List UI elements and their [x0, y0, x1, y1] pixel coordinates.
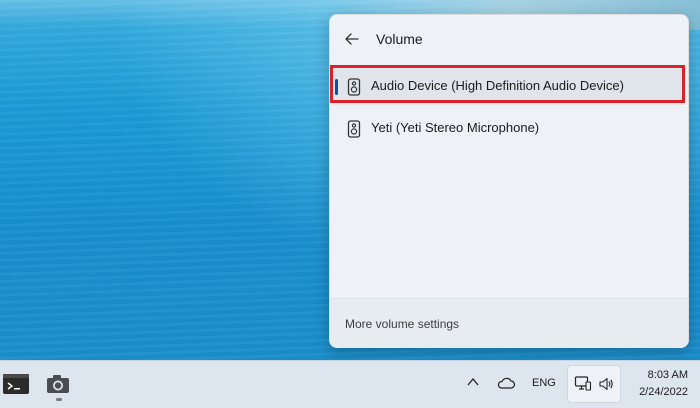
clock-time: 8:03 AM: [647, 369, 688, 381]
yeti-device-item[interactable]: Yeti (Yeti Stereo Microphone): [332, 109, 686, 147]
clock[interactable]: 8:03 AM 2/24/2022: [628, 367, 688, 401]
volume-icon: [599, 377, 613, 391]
speaker-icon: [347, 120, 361, 138]
camera-icon[interactable]: [40, 367, 76, 401]
clock-date: 2/24/2022: [639, 386, 688, 398]
back-arrow-icon[interactable]: [344, 31, 360, 47]
flyout-header: Volume: [330, 15, 688, 63]
more-volume-settings-link[interactable]: More volume settings: [345, 317, 459, 331]
chevron-up-icon[interactable]: [466, 375, 480, 389]
running-app-indicator: [56, 398, 62, 401]
quick-settings-button[interactable]: [567, 365, 621, 403]
device-label: Yeti (Yeti Stereo Microphone): [371, 120, 540, 135]
flyout-footer: More volume settings: [330, 298, 688, 348]
network-icon: [574, 376, 592, 391]
language-indicator[interactable]: ENG: [532, 377, 556, 389]
onedrive-cloud-icon[interactable]: [496, 376, 516, 390]
annotation-highlight-box: [330, 65, 685, 103]
flyout-title: Volume: [376, 31, 423, 47]
terminal-icon[interactable]: [0, 367, 35, 401]
